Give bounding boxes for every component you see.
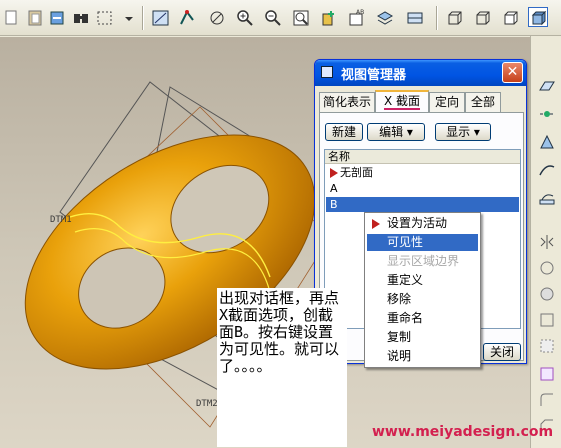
- merge-tool-icon[interactable]: [537, 258, 557, 278]
- extrude-tool-icon[interactable]: [537, 364, 557, 384]
- new-button[interactable]: 新建: [325, 123, 363, 141]
- reorient-icon[interactable]: [318, 7, 338, 27]
- chevron-down-icon[interactable]: [118, 7, 133, 27]
- no-hidden-icon[interactable]: [500, 7, 520, 27]
- curve-tool-icon[interactable]: [537, 188, 557, 208]
- right-toolbar: [530, 36, 561, 448]
- window-icon: [321, 66, 333, 78]
- menu-item-copy[interactable]: 复制: [367, 329, 478, 346]
- point-display-icon[interactable]: [206, 7, 226, 27]
- tab-simplified-rep[interactable]: 简化表示: [319, 92, 375, 112]
- list-item[interactable]: A: [326, 181, 519, 196]
- datum-label-dtm1: DTM1: [50, 215, 72, 225]
- menu-item-remove[interactable]: 移除: [367, 291, 478, 308]
- saved-views-icon[interactable]: AB: [346, 7, 366, 27]
- hidden-line-icon[interactable]: [472, 7, 492, 27]
- main-toolbar: AB: [0, 0, 561, 36]
- toolbar-separator: [142, 6, 144, 30]
- sketch-tool-icon[interactable]: [537, 160, 557, 180]
- cut-icon[interactable]: [2, 7, 22, 27]
- regenerate-icon[interactable]: [46, 7, 66, 27]
- red-arrow-icon: [372, 219, 380, 229]
- refit-icon[interactable]: [290, 7, 310, 27]
- list-header-name: 名称: [325, 150, 520, 164]
- toolbar-separator: [436, 6, 438, 30]
- display-menu-button[interactable]: 显示 ▾: [435, 123, 491, 141]
- datum-label-dtm2: DTM2: [196, 399, 218, 409]
- binoculars-icon[interactable]: [70, 7, 90, 27]
- edit-menu-button[interactable]: 编辑 ▾: [367, 123, 425, 141]
- offset-tool-icon[interactable]: [537, 310, 557, 330]
- tab-x-section-label: X 截面: [383, 94, 421, 110]
- tab-x-section[interactable]: X 截面: [375, 90, 429, 113]
- menu-item-set-active[interactable]: 设置为活动: [367, 215, 478, 232]
- trim-tool-icon[interactable]: [537, 284, 557, 304]
- list-item-selected[interactable]: B: [326, 197, 519, 212]
- shading-icon[interactable]: [528, 7, 548, 27]
- list-item[interactable]: 无剖面: [326, 165, 519, 180]
- dialog-title-bar[interactable]: 视图管理器 ✕: [315, 60, 526, 86]
- site-watermark: www.meiyadesign.com: [372, 424, 554, 440]
- close-button[interactable]: 关闭: [483, 343, 521, 361]
- round-tool-icon[interactable]: [537, 390, 557, 410]
- select-box-icon[interactable]: [94, 7, 114, 27]
- list-item-label: 无剖面: [340, 166, 373, 179]
- tutorial-annotation: 出现对话框，再点X截面选项，创截面B。按右键设置为可见性。就可以了。。。。: [217, 288, 347, 447]
- menu-item-visibility[interactable]: 可见性: [367, 234, 478, 251]
- menu-item-description[interactable]: 说明: [367, 348, 478, 365]
- datum-axis-tool-icon[interactable]: [537, 104, 557, 124]
- pattern-tool-icon[interactable]: [537, 336, 557, 356]
- tab-all[interactable]: 全部: [465, 92, 501, 112]
- menu-item-redefine[interactable]: 重定义: [367, 272, 478, 289]
- menu-item-label: 设置为活动: [387, 216, 448, 230]
- paste-icon[interactable]: [24, 7, 44, 27]
- layers-icon[interactable]: [374, 7, 394, 27]
- mirror-tool-icon[interactable]: [537, 232, 557, 252]
- dialog-tabs: 简化表示 X 截面 定向 全部: [319, 90, 524, 113]
- datum-plane-tool-icon[interactable]: [537, 76, 557, 96]
- zoom-out-icon[interactable]: [262, 7, 282, 27]
- svg-text:AB: AB: [356, 9, 364, 16]
- datum-display-icon[interactable]: [150, 7, 170, 27]
- axis-display-icon[interactable]: [176, 7, 196, 27]
- tab-orient[interactable]: 定向: [429, 92, 465, 112]
- context-menu: 设置为活动 可见性 显示区域边界 重定义 移除 重命名 复制 说明: [364, 212, 481, 368]
- menu-item-rename[interactable]: 重命名: [367, 310, 478, 327]
- datum-point-tool-icon[interactable]: [537, 132, 557, 152]
- close-icon[interactable]: ✕: [502, 62, 523, 83]
- view-manager-icon[interactable]: [404, 7, 424, 27]
- dialog-title: 视图管理器: [341, 68, 407, 83]
- menu-item-show-boundary: 显示区域边界: [387, 254, 460, 268]
- red-arrow-icon: [330, 168, 338, 178]
- zoom-in-icon[interactable]: [234, 7, 254, 27]
- wireframe-icon[interactable]: [444, 7, 464, 27]
